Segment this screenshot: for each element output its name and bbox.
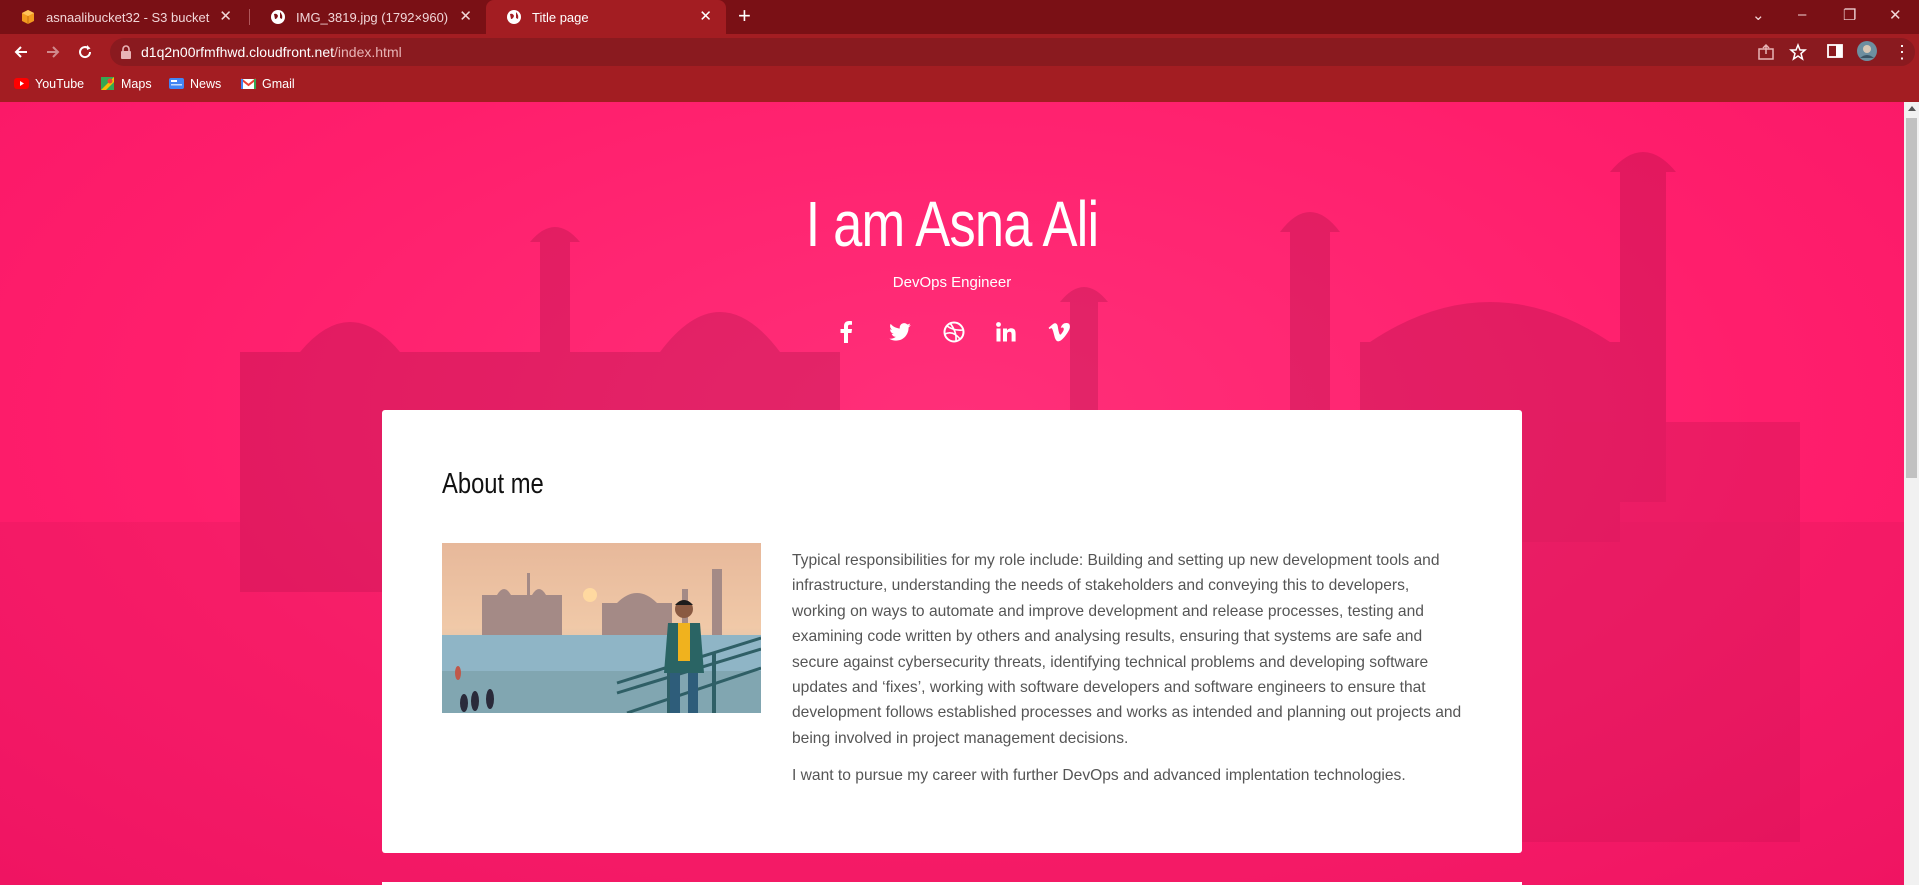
url-host: d1q2n00rfmfhwd.cloudfront.net <box>141 44 335 60</box>
profile-photo <box>442 543 761 713</box>
reload-icon[interactable] <box>75 42 95 62</box>
browser-toolbar: d1q2n00rfmfhwd.cloudfront.net/index.html… <box>0 34 1919 70</box>
bookmarks-bar: YouTube Maps News Gmail <box>0 70 1919 102</box>
scrollbar-thumb[interactable] <box>1906 118 1917 478</box>
lock-icon[interactable] <box>120 45 132 64</box>
bookmark-label: YouTube <box>35 76 85 91</box>
vimeo-icon[interactable] <box>1046 319 1072 345</box>
menu-icon[interactable]: ⋮ <box>1893 42 1913 62</box>
hero-subtitle: DevOps Engineer <box>892 274 1012 291</box>
tab-title: Title page <box>532 9 589 25</box>
bookmark-maps[interactable]: Maps <box>100 76 152 91</box>
about-card: About me Typical responsibilities for my… <box>382 410 1522 853</box>
tab-strip: asnaalibucket32 - S3 bucket ✕ IMG_3819.j… <box>0 0 1919 34</box>
hero-title: I am Asna Ali <box>805 188 1100 260</box>
back-icon[interactable] <box>11 42 31 62</box>
bookmark-label: Maps <box>121 76 152 91</box>
maps-icon <box>100 76 115 91</box>
bookmark-star-icon[interactable] <box>1789 42 1809 63</box>
about-text: Typical responsibilities for my role inc… <box>792 548 1462 801</box>
close-icon[interactable]: ✕ <box>459 9 472 25</box>
share-icon[interactable] <box>1757 43 1777 63</box>
tab-title-page[interactable]: Title page ✕ <box>486 0 726 34</box>
social-links <box>833 319 1073 349</box>
url-path: /index.html <box>334 44 402 60</box>
facebook-icon[interactable] <box>833 319 859 345</box>
bookmark-label: News <box>190 76 222 91</box>
forward-icon[interactable] <box>43 42 63 62</box>
globe-icon <box>270 9 286 25</box>
linkedin-icon[interactable] <box>993 319 1019 345</box>
new-tab-button[interactable]: + <box>738 4 751 28</box>
dribbble-icon[interactable] <box>941 319 967 345</box>
scroll-up-icon[interactable] <box>1908 106 1916 111</box>
tab-title: IMG_3819.jpg (1792×960) <box>296 9 449 25</box>
minimize-icon[interactable]: – <box>1798 6 1806 23</box>
tab-img-3819[interactable]: IMG_3819.jpg (1792×960) ✕ <box>250 0 486 34</box>
address-bar[interactable]: d1q2n00rfmfhwd.cloudfront.net/index.html <box>110 38 1915 66</box>
about-paragraph: Typical responsibilities for my role inc… <box>792 552 1462 747</box>
tab-s3-bucket[interactable]: asnaalibucket32 - S3 bucket ✕ <box>0 0 246 34</box>
url-text[interactable]: d1q2n00rfmfhwd.cloudfront.net/index.html <box>141 44 402 60</box>
bookmark-label: Gmail <box>262 76 295 91</box>
aws-s3-icon <box>20 9 36 25</box>
bookmark-youtube[interactable]: YouTube <box>14 76 84 91</box>
close-icon[interactable]: ✕ <box>219 9 232 25</box>
about-paragraph: I want to pursue my career with further … <box>792 767 1406 785</box>
bookmark-news[interactable]: News <box>169 76 221 91</box>
side-panel-icon[interactable] <box>1826 42 1846 62</box>
bookmark-gmail[interactable]: Gmail <box>240 76 295 91</box>
about-heading: About me <box>442 468 544 500</box>
tab-search-icon[interactable]: ⌄ <box>1752 6 1765 24</box>
youtube-icon <box>14 76 29 91</box>
close-window-icon[interactable]: ✕ <box>1889 6 1902 24</box>
globe-icon <box>506 9 522 25</box>
twitter-icon[interactable] <box>887 319 913 345</box>
news-icon <box>169 76 184 91</box>
gmail-icon <box>240 76 257 91</box>
tab-title: asnaalibucket32 - S3 bucket <box>46 9 210 25</box>
close-icon[interactable]: ✕ <box>699 9 712 25</box>
avatar[interactable] <box>1856 40 1877 61</box>
restore-icon[interactable]: ❐ <box>1843 6 1856 24</box>
page-viewport: I am Asna Ali DevOps Engineer About me T… <box>0 102 1919 885</box>
scrollbar[interactable] <box>1904 102 1919 885</box>
